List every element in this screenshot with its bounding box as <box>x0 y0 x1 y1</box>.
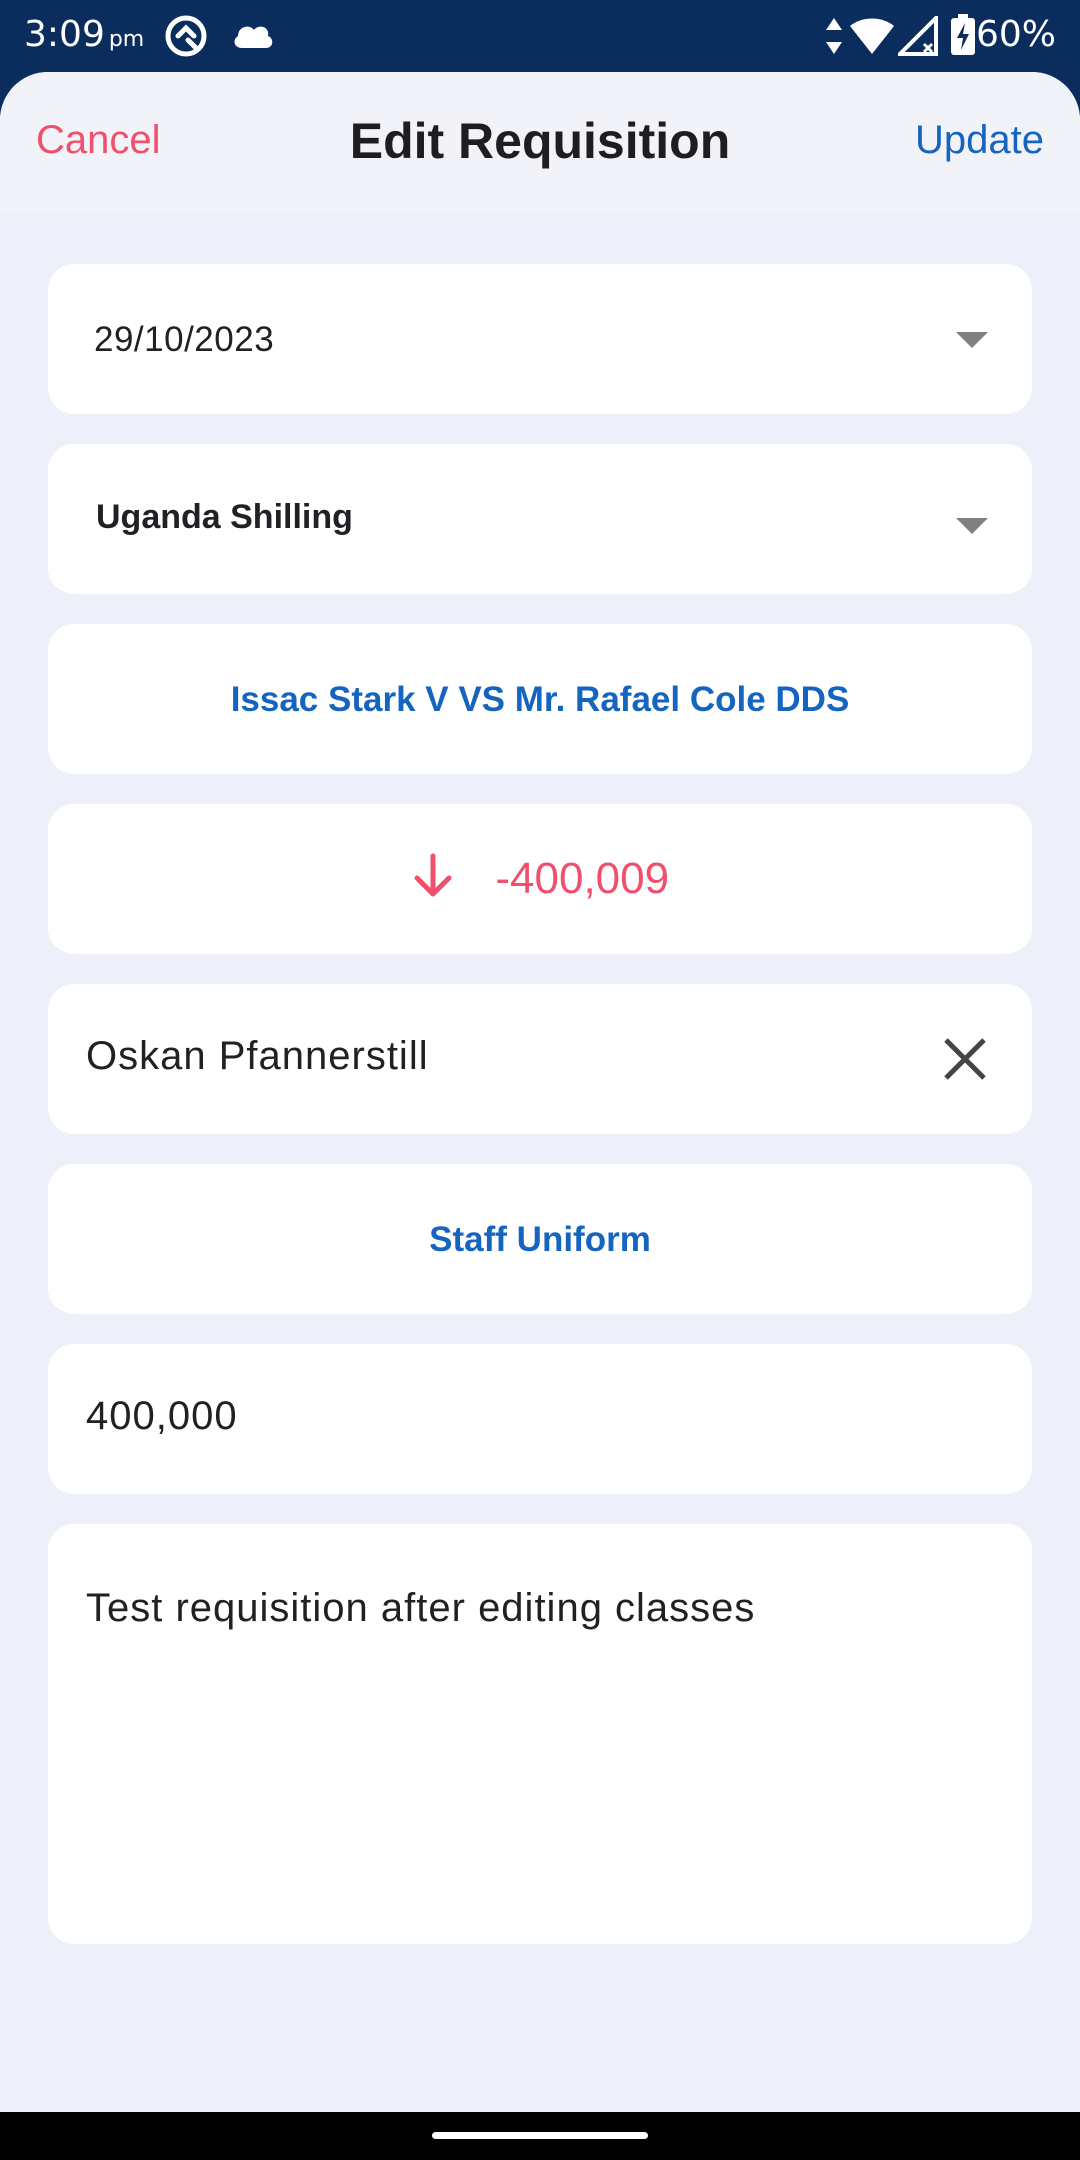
app-logo-icon <box>164 14 208 63</box>
category-label: Staff Uniform <box>429 1220 651 1259</box>
navigation-bar <box>0 2112 1080 2160</box>
amount-value: 400,000 <box>86 1394 238 1438</box>
balance-row: -400,009 <box>48 852 1032 908</box>
battery-percentage: 60% <box>975 14 1056 55</box>
dropdown-arrow-icon <box>956 332 988 348</box>
sheet-header: Cancel Edit Requisition Update <box>0 72 1080 212</box>
description-textarea[interactable]: Test requisition after editing classes <box>48 1524 1032 1944</box>
status-time-value: 3:09 <box>24 14 105 55</box>
date-picker-field[interactable]: 29/10/2023 <box>48 264 1032 414</box>
payee-value: Oskan Pfannerstill <box>86 1034 429 1078</box>
status-time: 3:09 pm <box>24 14 144 55</box>
currency-dropdown[interactable]: Uganda Shilling <box>48 444 1032 594</box>
parties-selector[interactable]: Issac Stark V VS Mr. Rafael Cole DDS <box>48 624 1032 774</box>
status-bar: 3:09 pm 60% <box>0 0 1080 72</box>
amount-input[interactable]: 400,000 <box>48 1344 1032 1494</box>
balance-card: -400,009 <box>48 804 1032 954</box>
description-value: Test requisition after editing classes <box>86 1586 756 1630</box>
wifi-icon <box>848 16 896 61</box>
dropdown-arrow-icon <box>956 518 988 534</box>
close-icon[interactable] <box>942 1036 988 1087</box>
home-indicator[interactable] <box>432 2132 648 2139</box>
status-time-ampm: pm <box>108 27 145 52</box>
parties-label: Issac Stark V VS Mr. Rafael Cole DDS <box>230 680 850 719</box>
edit-requisition-sheet: Cancel Edit Requisition Update 29/10/202… <box>0 72 1080 2112</box>
category-selector[interactable]: Staff Uniform <box>48 1164 1032 1314</box>
data-transfer-icon <box>824 16 844 61</box>
arrow-down-icon <box>411 852 455 905</box>
date-value: 29/10/2023 <box>94 320 275 359</box>
balance-amount: -400,009 <box>495 853 670 903</box>
cloud-icon <box>230 18 276 57</box>
update-button[interactable]: Update <box>915 118 1044 163</box>
battery-charging-icon <box>950 14 976 61</box>
payee-field[interactable]: Oskan Pfannerstill <box>48 984 1032 1134</box>
signal-icon <box>895 13 938 61</box>
currency-value: Uganda Shilling <box>96 498 353 536</box>
